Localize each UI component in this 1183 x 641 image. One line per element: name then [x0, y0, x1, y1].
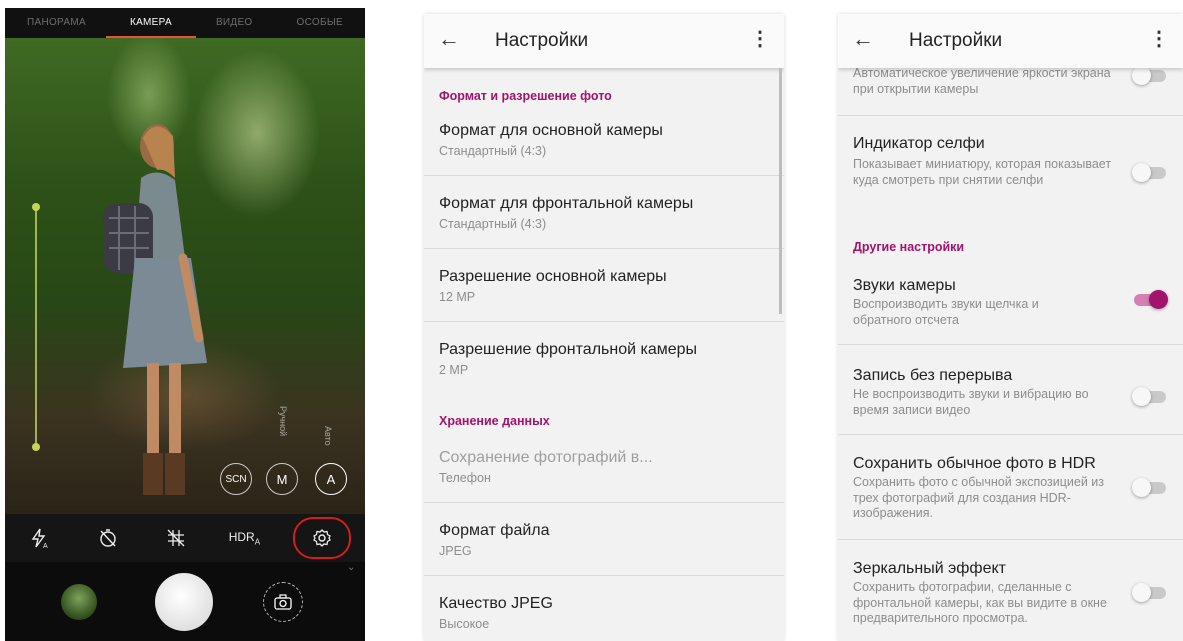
setting-title: Сохранение фотографий в... [439, 449, 653, 466]
setting-description: Не воспроизводить звуки и вибрацию во вр… [853, 387, 1089, 417]
zoom-slider[interactable] [35, 208, 37, 448]
tab-special[interactable]: ОСОБЫЕ [291, 8, 349, 38]
scene-mode-button[interactable]: SCN [220, 463, 252, 495]
hdr-label: HDR [228, 529, 255, 544]
setting-title: Звуки камеры [853, 277, 956, 294]
setting-description: Сохранить фотографии, сделанные с фронта… [853, 580, 1107, 625]
page-title: Настройки [495, 30, 589, 51]
setting-value: Стандартный (4:3) [439, 144, 547, 158]
selfie-indicator-toggle[interactable] [1132, 163, 1166, 182]
uninterrupted-recording-toggle[interactable] [1132, 387, 1166, 406]
setting-title: Сохранить обычное фото в HDR [853, 455, 1096, 472]
camera-switch-icon [274, 594, 292, 610]
tab-camera[interactable]: КАМЕРА [105, 8, 196, 38]
setting-value: Телефон [439, 471, 491, 485]
auto-brightness-toggle[interactable] [1132, 66, 1166, 85]
zoom-slider-handle[interactable] [32, 203, 40, 211]
app-bar: ← Настройки ⋮ [424, 14, 784, 68]
chevron-down-icon[interactable]: ⌄ [347, 562, 355, 573]
section-storage: Хранение данных [439, 414, 550, 428]
grid-off-icon[interactable] [156, 518, 196, 558]
tab-panorama[interactable]: ПАНОРАМА [21, 8, 92, 38]
settings-button[interactable] [292, 517, 351, 559]
setting-description: Сохранить фото с обычной экспозицией из … [853, 475, 1104, 520]
divider [838, 344, 1183, 345]
save-normal-hdr-toggle[interactable] [1132, 478, 1166, 497]
divider [424, 321, 784, 322]
setting-title: Формат для фронтальной камеры [439, 195, 694, 212]
auto-mode-label: Авто [323, 426, 333, 446]
setting-value: JPEG [439, 544, 472, 558]
setting-title: Индикатор селфи [853, 135, 985, 152]
tab-video[interactable]: ВИДЕО [210, 8, 259, 38]
hdr-mode-label: A [254, 537, 261, 547]
camera-app: ПАНОРАМА КАМЕРА ВИДЕО ОСОБЫЕ Ручной Авто… [5, 8, 365, 641]
setting-description: Воспроизводить звуки щелчка и обратного … [853, 297, 1039, 327]
setting-title: Формат файла [439, 522, 550, 539]
divider [424, 575, 784, 576]
gear-icon [312, 529, 331, 547]
mirror-effect-toggle[interactable] [1132, 583, 1166, 602]
camera-toolbar: A HDRA [5, 514, 365, 562]
svg-text:A: A [43, 543, 48, 549]
setting-value: 2 MP [439, 363, 469, 377]
settings-screen-1: ← Настройки ⋮ Формат и разрешение фото Ф… [424, 14, 784, 641]
divider [424, 502, 784, 503]
shutter-button[interactable] [155, 573, 213, 631]
flash-auto-icon[interactable]: A [19, 518, 59, 558]
camera-viewfinder[interactable]: Ручной Авто SCN M A [5, 38, 365, 514]
setting-title: Запись без перерыва [853, 367, 1013, 384]
setting-title: Разрешение основной камеры [439, 268, 667, 285]
manual-mode-label: Ручной [278, 406, 288, 437]
camera-bottom-bar: ⌄ [5, 562, 365, 641]
app-bar: ← Настройки ⋮ [838, 14, 1183, 68]
divider [838, 434, 1183, 435]
camera-sounds-toggle[interactable] [1134, 290, 1168, 309]
setting-title: Формат для основной камеры [439, 122, 663, 139]
gallery-thumbnail[interactable] [61, 584, 97, 620]
viewfinder-subject [103, 124, 207, 495]
divider [424, 175, 784, 176]
setting-title: Качество JPEG [439, 595, 553, 612]
more-options-icon[interactable]: ⋮ [1149, 26, 1169, 51]
back-arrow-icon[interactable]: ← [438, 26, 460, 52]
more-options-icon[interactable]: ⋮ [750, 26, 770, 51]
timer-off-icon[interactable] [88, 518, 128, 558]
manual-mode-button[interactable]: M [266, 463, 298, 495]
setting-value: Высокое [439, 617, 490, 631]
setting-value: Стандартный (4:3) [439, 217, 547, 231]
back-arrow-icon[interactable]: ← [852, 26, 874, 52]
page-title: Настройки [909, 30, 1003, 51]
scrollbar[interactable] [779, 68, 782, 314]
section-photo-format: Формат и разрешение фото [439, 89, 612, 103]
setting-title: Разрешение фронтальной камеры [439, 341, 698, 358]
zoom-slider-end [32, 443, 40, 451]
setting-description: Показывает миниатюру, которая показывает… [853, 157, 1112, 187]
section-other-settings: Другие настройки [853, 240, 965, 254]
setting-title: Зеркальный эффект [853, 560, 1006, 577]
setting-value: 12 MP [439, 290, 476, 304]
camera-mode-tabs: ПАНОРАМА КАМЕРА ВИДЕО ОСОБЫЕ [5, 8, 365, 38]
divider [838, 115, 1183, 116]
setting-description: Автоматическое увеличение яркости экрана… [853, 66, 1111, 96]
hdr-auto-button[interactable]: HDRA [224, 518, 264, 558]
auto-mode-button[interactable]: A [315, 463, 347, 495]
divider [424, 248, 784, 249]
divider [838, 539, 1183, 540]
settings-screen-2: ← Настройки ⋮ Автоматическое увеличение … [838, 14, 1183, 641]
switch-camera-button[interactable] [263, 582, 303, 622]
